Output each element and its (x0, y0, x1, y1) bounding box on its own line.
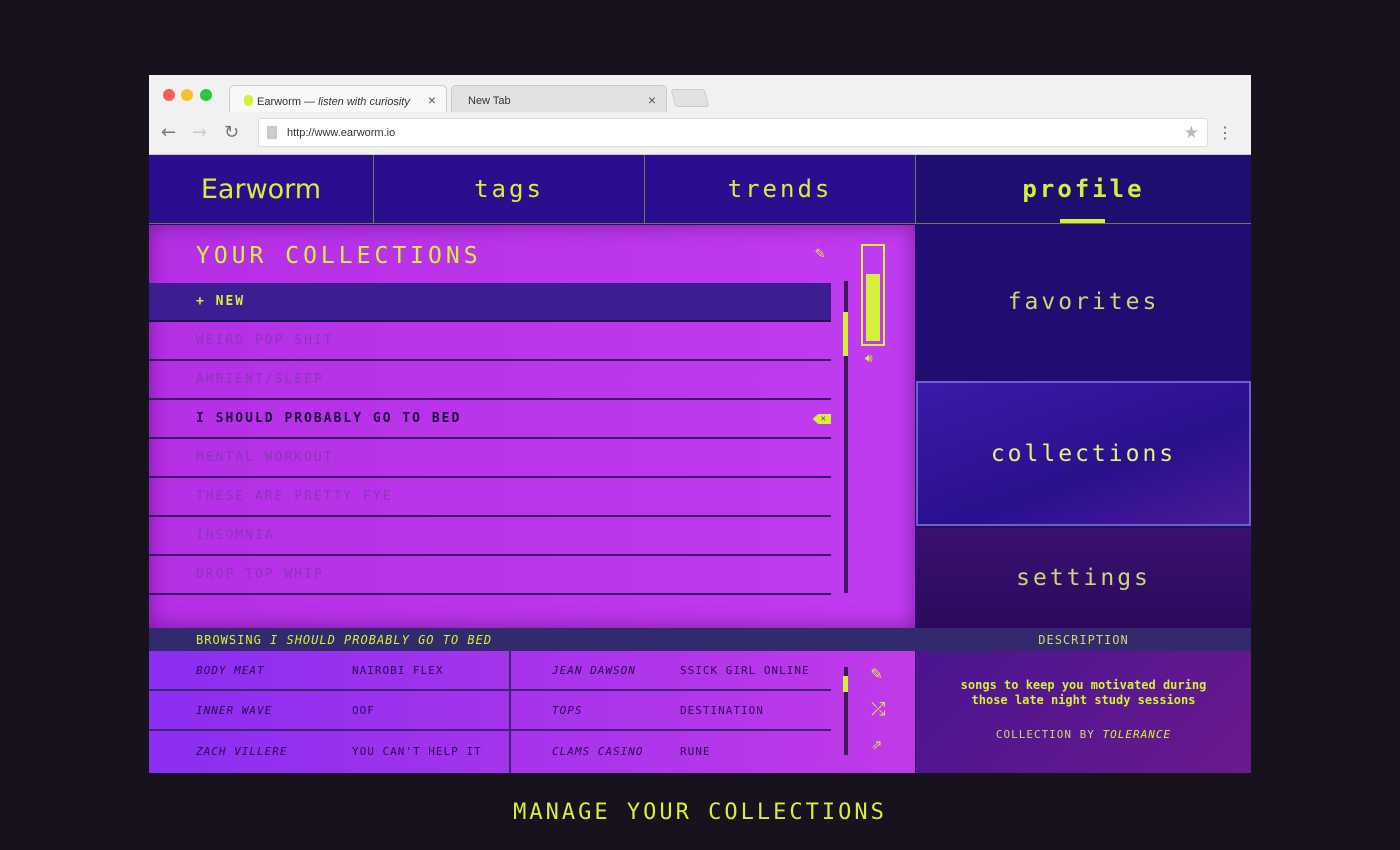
side-favorites[interactable]: favorites (916, 225, 1251, 379)
collections-panel: YOUR COLLECTIONS ✎ + NEW WEIRD POP SHIT … (149, 225, 915, 628)
track-column: BODY MEAT NAIROBI FLEX INNER WAVE OOF ZACH… (149, 651, 509, 773)
share-icon[interactable]: ⇗ (871, 733, 882, 754)
browser-window: Earworm — listen with curiosity × New Tab… (149, 75, 1251, 773)
tab-subtitle: listen with curiosity (318, 96, 410, 108)
list-item[interactable]: DROP TOP WHIP (149, 556, 831, 595)
maximize-window-button[interactable] (200, 89, 212, 101)
browsing-bar: BROWSING I SHOULD PROBABLY GO TO BED DES… (149, 628, 1251, 651)
track-column: JEAN DAWSON SSICK GIRL ONLINE TOPS DESTINA… (511, 651, 831, 773)
list-item[interactable]: MENTAL WORKOUT (149, 439, 831, 478)
collections-scrollbar[interactable] (843, 281, 848, 593)
delete-icon[interactable]: ✕ (812, 414, 831, 424)
track-artist: ZACH VILLERE (196, 744, 288, 758)
track-artist: BODY MEAT (196, 663, 265, 677)
track-row[interactable]: ZACH VILLERE YOU CAN'T HELP IT (149, 731, 509, 771)
nav-profile[interactable]: profile (916, 155, 1251, 223)
earworm-app: Earworm tags trends profile YOUR COLLECT… (149, 155, 1251, 773)
collection-name: INSOMNIA (196, 528, 275, 543)
volume-fill (866, 273, 880, 341)
track-title: SSICK GIRL ONLINE (680, 663, 810, 677)
description-text: songs to keep you motivated during those… (960, 678, 1207, 707)
track-row[interactable]: JEAN DAWSON SSICK GIRL ONLINE (511, 651, 831, 691)
address-bar[interactable]: http://www.earworm.io ★ (258, 118, 1208, 147)
list-item-selected[interactable]: I SHOULD PROBABLY GO TO BED ✕ (149, 400, 831, 439)
list-item[interactable]: THESE ARE PRETTY FYE (149, 478, 831, 517)
scrollbar-thumb[interactable] (843, 676, 848, 692)
collection-name: THESE ARE PRETTY FYE (196, 489, 393, 504)
back-icon[interactable]: ← (161, 122, 176, 143)
url-text: http://www.earworm.io (287, 127, 396, 139)
logo[interactable]: Earworm (149, 155, 374, 223)
tracks-scrollbar[interactable] (843, 667, 848, 755)
close-tab-icon[interactable]: × (428, 92, 436, 108)
tab-title: Earworm — (257, 96, 319, 108)
scrollbar-thumb[interactable] (843, 312, 848, 356)
collection-list: + NEW WEIRD POP SHIT AMBIENT/SLEEP I SHO… (149, 283, 831, 595)
page-icon (267, 126, 277, 139)
collection-name: I SHOULD PROBABLY GO TO BED (196, 411, 462, 426)
track-title: DESTINATION (680, 703, 764, 717)
new-collection-button[interactable]: + NEW (149, 283, 831, 322)
track-title: YOU CAN'T HELP IT (352, 744, 482, 758)
new-tab-button[interactable] (670, 89, 710, 107)
track-row[interactable]: TOPS DESTINATION (511, 691, 831, 731)
close-window-button[interactable] (163, 89, 175, 101)
bookmark-star-icon[interactable]: ★ (1184, 123, 1199, 143)
track-artist: JEAN DAWSON (552, 663, 636, 677)
collection-by-label: COLLECTION BY (995, 728, 1095, 741)
nav-tags[interactable]: tags (374, 155, 645, 223)
track-list: BODY MEAT NAIROBI FLEX INNER WAVE OOF ZACH… (149, 651, 915, 773)
top-nav: Earworm tags trends profile (149, 155, 1251, 224)
collection-name: DROP TOP WHIP (196, 567, 324, 582)
speaker-icon[interactable]: 🔊︎ (865, 351, 873, 366)
track-row[interactable]: INNER WAVE OOF (149, 691, 509, 731)
track-row[interactable]: CLAMS CASINO RUNE (511, 731, 831, 771)
reload-icon[interactable]: ↻ (224, 122, 239, 143)
tab-earworm[interactable]: Earworm — listen with curiosity × (229, 85, 447, 112)
forward-icon[interactable]: → (192, 122, 207, 143)
description-label: DESCRIPTION (1038, 632, 1129, 647)
page-title: YOUR COLLECTIONS (196, 243, 482, 269)
track-row[interactable]: BODY MEAT NAIROBI FLEX (149, 651, 509, 691)
collection-name: AMBIENT/SLEEP (196, 372, 324, 387)
volume-slider[interactable] (861, 244, 885, 346)
collection-name: WEIRD POP SHIT (196, 333, 334, 348)
description-panel: songs to keep you motivated during those… (916, 651, 1251, 773)
list-item[interactable]: WEIRD POP SHIT (149, 322, 831, 361)
browser-chrome: Earworm — listen with curiosity × New Tab… (149, 75, 1251, 155)
track-title: OOF (352, 703, 375, 717)
edit-pencil-icon[interactable]: ✎ (815, 243, 825, 262)
track-artist: TOPS (552, 703, 583, 717)
earworm-favicon-icon (244, 95, 253, 106)
tab-new-tab[interactable]: New Tab × (451, 85, 667, 112)
close-tab-icon[interactable]: × (648, 92, 656, 108)
caption: MANAGE YOUR COLLECTIONS (513, 800, 887, 825)
collection-author[interactable]: TOLERANCE (1103, 728, 1172, 741)
browser-menu-icon[interactable]: ⋮ (1217, 123, 1233, 142)
track-artist: INNER WAVE (196, 703, 273, 717)
browsing-collection: I SHOULD PROBABLY GO TO BED (270, 632, 493, 647)
minimize-window-button[interactable] (181, 89, 193, 101)
side-settings[interactable]: settings (916, 528, 1251, 628)
list-item[interactable]: AMBIENT/SLEEP (149, 361, 831, 400)
edit-pencil-icon[interactable]: ✎ (871, 663, 882, 684)
collection-name: MENTAL WORKOUT (196, 450, 334, 465)
track-title: RUNE (680, 744, 711, 758)
track-artist: CLAMS CASINO (552, 744, 644, 758)
browsing-label: BROWSING (196, 632, 262, 647)
list-item[interactable]: INSOMNIA (149, 517, 831, 556)
track-title: NAIROBI FLEX (352, 663, 444, 677)
nav-trends[interactable]: trends (645, 155, 916, 223)
shuffle-icon[interactable]: ⤮ (871, 699, 885, 720)
side-collections[interactable]: collections (916, 381, 1251, 526)
tab-title: New Tab (468, 95, 511, 107)
